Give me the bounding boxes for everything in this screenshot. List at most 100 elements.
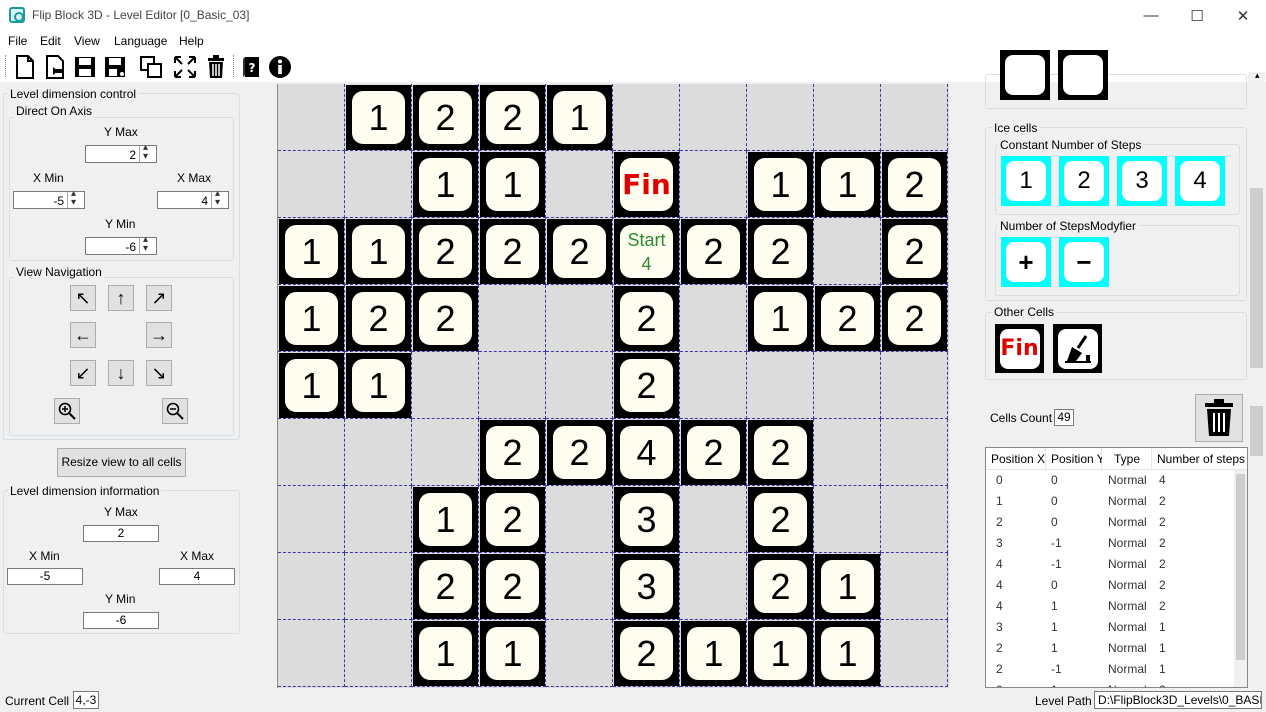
grid-cell[interactable] <box>412 419 479 486</box>
grid-cell[interactable]: 1 <box>747 285 814 352</box>
grid-cell[interactable] <box>546 620 613 687</box>
nav-up-button[interactable]: ↑ <box>108 285 134 311</box>
grid-cell[interactable] <box>814 419 881 486</box>
grid-cell[interactable]: 1 <box>278 352 345 419</box>
grid-cell[interactable]: Fin <box>613 151 680 218</box>
zoom-in-button[interactable] <box>54 398 80 424</box>
fin-cell[interactable]: Fin <box>995 324 1044 373</box>
normal-cell-tile[interactable] <box>1058 50 1108 100</box>
grid-cell[interactable] <box>546 553 613 620</box>
grid-cell[interactable]: 2 <box>613 285 680 352</box>
grid-cell[interactable] <box>278 84 345 151</box>
x-max-input[interactable]: 4 <box>157 188 229 209</box>
grid-cell[interactable]: 1 <box>479 151 546 218</box>
grid-cell[interactable]: 1 <box>278 285 345 352</box>
grid-cell[interactable]: 1 <box>278 218 345 285</box>
grid-cell[interactable]: 2 <box>479 419 546 486</box>
nav-down-button[interactable]: ↓ <box>108 360 134 386</box>
grid-cell[interactable]: 1 <box>747 620 814 687</box>
y-min-input[interactable]: -6 <box>85 234 157 255</box>
grid-cell[interactable]: 4 <box>613 419 680 486</box>
table-row[interactable]: 2 -1 Normal 1 <box>986 659 1236 680</box>
grid-cell[interactable] <box>412 352 479 419</box>
grid-cell[interactable] <box>680 84 747 151</box>
grid-cell[interactable] <box>345 620 412 687</box>
fit-view-icon[interactable] <box>172 54 198 80</box>
grid-cell[interactable] <box>479 352 546 419</box>
grid-cell[interactable] <box>814 84 881 151</box>
save-as-icon[interactable] <box>102 54 128 80</box>
grid-cell[interactable] <box>680 553 747 620</box>
grid-cell[interactable]: 2 <box>680 419 747 486</box>
grid-cell[interactable]: 1 <box>412 620 479 687</box>
x-min-spinner[interactable] <box>67 188 84 208</box>
grid-cell[interactable]: 2 <box>747 553 814 620</box>
copy-icon[interactable] <box>138 54 164 80</box>
grid-cell[interactable] <box>546 352 613 419</box>
maximize-button[interactable]: ☐ <box>1174 0 1220 31</box>
grid-cell[interactable]: 3 <box>613 553 680 620</box>
grid-cell[interactable] <box>881 352 948 419</box>
table-row[interactable]: 3 -1 Normal 2 <box>986 533 1236 554</box>
grid-cell[interactable]: 2 <box>613 620 680 687</box>
x-max-spinner[interactable] <box>211 188 228 208</box>
grid-cell[interactable]: Start 4 <box>613 218 680 285</box>
grid-cell[interactable] <box>278 486 345 553</box>
grid-cell[interactable] <box>345 151 412 218</box>
grid-cell[interactable] <box>814 352 881 419</box>
grid-cell[interactable] <box>680 151 747 218</box>
clear-cells-button[interactable] <box>1195 394 1243 442</box>
grid-cell[interactable]: 1 <box>814 620 881 687</box>
menu-file[interactable]: File <box>8 34 27 48</box>
grid-cell[interactable] <box>881 620 948 687</box>
nav-left-button[interactable]: ← <box>70 322 96 348</box>
zoom-out-button[interactable] <box>162 398 188 424</box>
column-header-steps[interactable]: Number of steps <box>1152 448 1247 470</box>
table-row[interactable]: 4 1 Normal 2 <box>986 596 1236 617</box>
grid-cell[interactable]: 2 <box>881 285 948 352</box>
modifier-plus-cell[interactable]: + <box>1001 237 1051 287</box>
grid-cell[interactable]: 2 <box>680 218 747 285</box>
table-row[interactable]: 2 1 Normal 1 <box>986 638 1236 659</box>
column-header-position-y[interactable]: Position Y <box>1046 448 1105 470</box>
grid-cell[interactable] <box>747 84 814 151</box>
nav-up-left-button[interactable]: ↖ <box>70 285 96 311</box>
table-scrollbar[interactable] <box>1234 470 1247 687</box>
grid-cell[interactable] <box>345 486 412 553</box>
cells-table[interactable]: Position X Position Y Type Number of ste… <box>985 447 1248 688</box>
grid-cell[interactable]: 2 <box>412 285 479 352</box>
ice-cell-1[interactable]: 1 <box>1001 156 1051 206</box>
menu-view[interactable]: View <box>74 34 100 48</box>
x-min-input[interactable]: -5 <box>13 188 85 209</box>
grid-cell[interactable]: 2 <box>881 218 948 285</box>
grid-cell[interactable]: 1 <box>345 352 412 419</box>
grid-cell[interactable] <box>546 151 613 218</box>
grid-cell[interactable] <box>278 151 345 218</box>
y-min-spinner[interactable] <box>139 234 156 254</box>
grid-cell[interactable] <box>680 486 747 553</box>
grid-cell[interactable] <box>613 84 680 151</box>
grid-cell[interactable]: 1 <box>680 620 747 687</box>
palette-scroll-thumb[interactable] <box>1250 188 1263 368</box>
grid-cell[interactable]: 2 <box>747 419 814 486</box>
grid-cell[interactable]: 1 <box>412 151 479 218</box>
ice-cell-3[interactable]: 3 <box>1117 156 1167 206</box>
grid-cell[interactable]: 1 <box>814 151 881 218</box>
column-header-position-x[interactable]: Position X <box>986 448 1046 470</box>
grid-cell[interactable] <box>680 352 747 419</box>
level-grid[interactable]: 1 2 2 1 1 1 Fin 1 1 2 1 1 2 2 2 Start 4 2 2 2 1 2 2 2 1 2 2 1 1 2 2 2 4 2… <box>277 84 949 688</box>
grid-cell[interactable] <box>345 419 412 486</box>
grid-cell[interactable] <box>881 419 948 486</box>
grid-cell[interactable]: 1 <box>747 151 814 218</box>
grid-cell[interactable] <box>278 419 345 486</box>
grid-cell[interactable]: 2 <box>546 218 613 285</box>
grid-cell[interactable] <box>546 285 613 352</box>
grid-cell[interactable]: 2 <box>814 285 881 352</box>
grid-cell[interactable]: 2 <box>479 218 546 285</box>
grid-cell[interactable] <box>278 620 345 687</box>
modifier-minus-cell[interactable]: − <box>1059 237 1109 287</box>
grid-cell[interactable]: 1 <box>479 620 546 687</box>
y-max-input[interactable]: 2 <box>85 142 157 163</box>
table-row[interactable]: 0 0 Normal 4 <box>986 470 1236 491</box>
nav-right-button[interactable]: → <box>146 322 172 348</box>
